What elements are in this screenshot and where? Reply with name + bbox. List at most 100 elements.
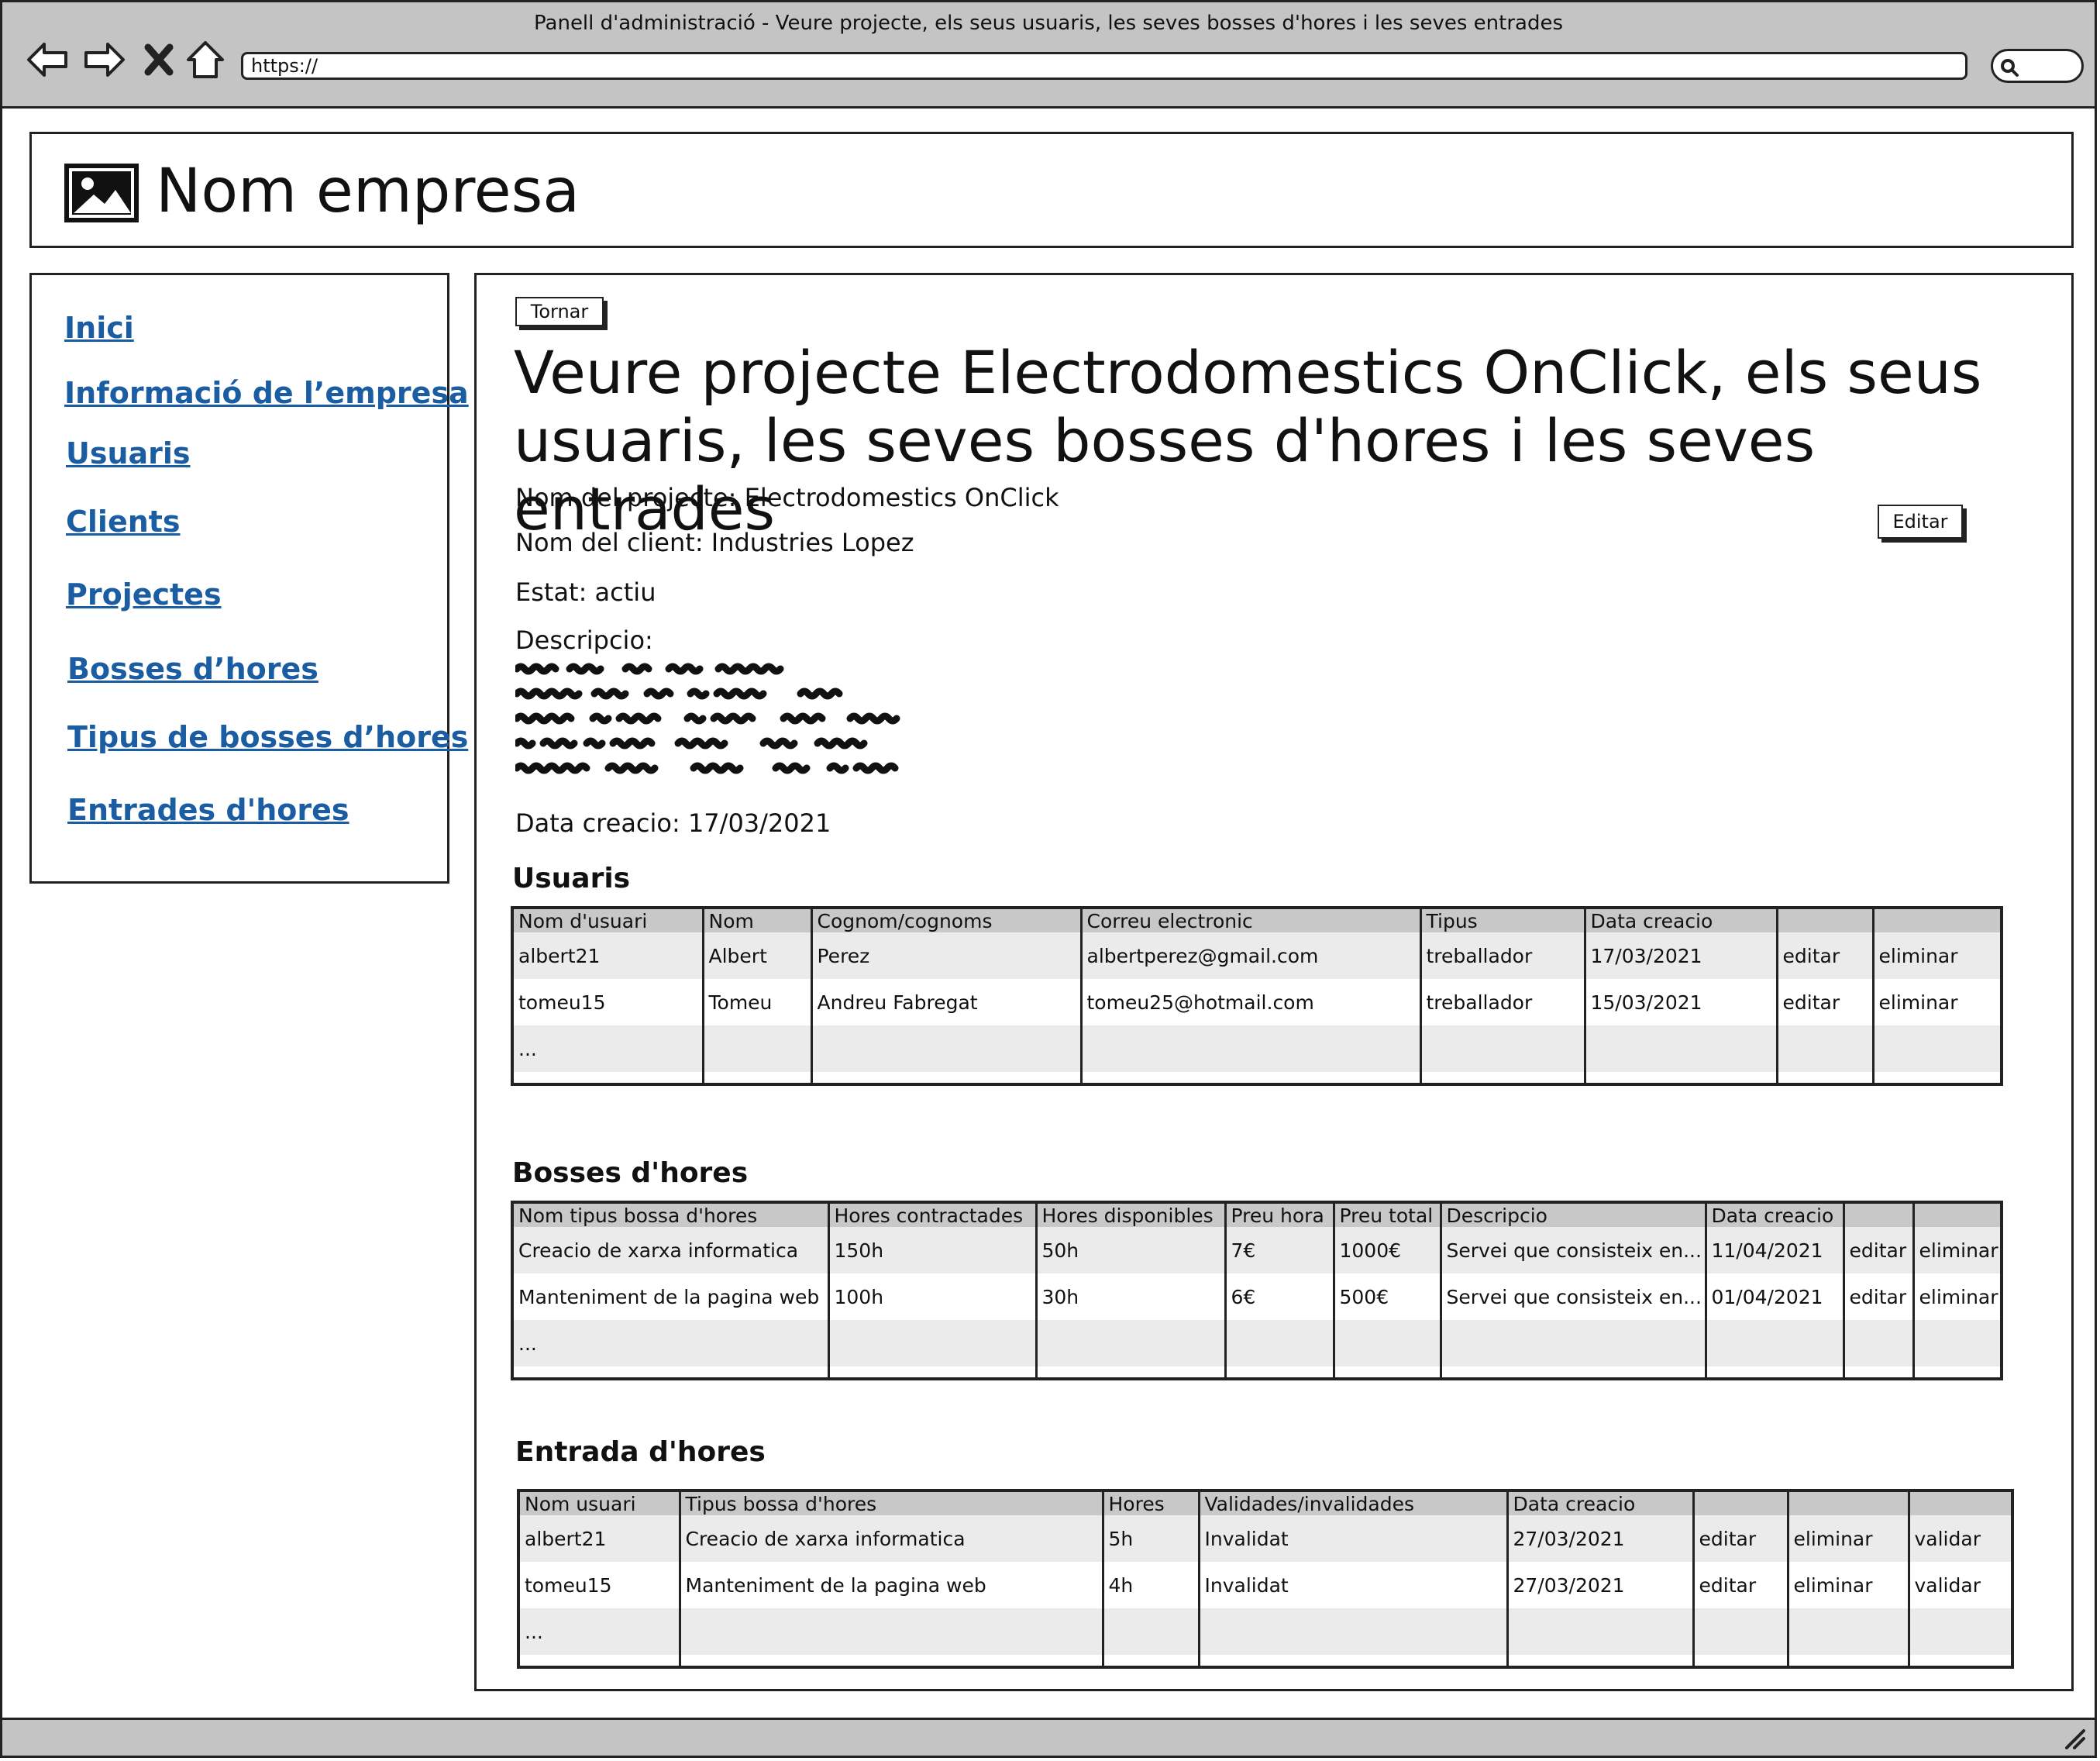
eliminar-link[interactable]: eliminar <box>1786 1515 1909 1562</box>
empty-cell <box>1775 1072 1873 1084</box>
cell-validation: Invalidat <box>1197 1515 1507 1562</box>
cell-surnames: Andreu Fabregat <box>810 979 1081 1025</box>
cell-created: 11/04/2021 <box>1704 1227 1844 1273</box>
column-header-total-price: Preu total <box>1332 1202 1441 1227</box>
back-button[interactable]: Tornar <box>515 297 604 326</box>
validar-link[interactable]: validar <box>1907 1515 2012 1562</box>
cell-hour-price: 7€ <box>1224 1227 1334 1273</box>
back-arrow-icon[interactable] <box>24 36 71 83</box>
empty-cell <box>1842 1366 1913 1379</box>
client-name: Nom del client: Industries Lopez <box>515 528 914 557</box>
empty-cell <box>810 1025 1081 1072</box>
editar-link[interactable]: editar <box>1842 1273 1913 1320</box>
empty-cell <box>512 1366 828 1379</box>
empty-cell <box>1786 1608 1909 1655</box>
eliminar-link[interactable]: eliminar <box>1871 979 2002 1025</box>
entries-section-title: Entrada d'hores <box>515 1436 766 1468</box>
cell-username: albert21 <box>512 932 703 979</box>
cell-type: treballador <box>1419 932 1585 979</box>
company-name: Nom empresa <box>156 157 580 226</box>
cell-hour-price: 6€ <box>1224 1273 1334 1320</box>
eliminar-link[interactable]: eliminar <box>1786 1562 1909 1608</box>
empty-cell <box>1224 1366 1334 1379</box>
description-label: Descripcio: <box>515 625 653 655</box>
eliminar-link[interactable]: eliminar <box>1912 1227 2002 1273</box>
empty-cell <box>1419 1025 1585 1072</box>
empty-cell <box>518 1655 680 1667</box>
empty-cell <box>1332 1366 1441 1379</box>
eliminar-link[interactable]: eliminar <box>1871 932 2002 979</box>
empty-cell <box>678 1608 1103 1655</box>
cell-contracted-hours: 150h <box>827 1227 1036 1273</box>
more-rows-ellipsis: ... <box>518 1608 680 1655</box>
hour-entries-table: Nom usuari Tipus bossa d'hores Hores Valida… <box>517 1489 2014 1669</box>
empty-cell <box>1101 1655 1199 1667</box>
column-header-created: Data creacio <box>1506 1490 1693 1515</box>
cell-description: Servei que consisteix en... <box>1439 1273 1706 1320</box>
empty-cell <box>1871 1072 2002 1084</box>
stop-icon[interactable] <box>139 36 179 83</box>
empty-cell <box>1692 1655 1788 1667</box>
forward-arrow-icon[interactable] <box>81 36 128 83</box>
table-row: Manteniment de la pagina web 100h 30h 6€ 500… <box>512 1273 2002 1320</box>
empty-cell <box>1704 1366 1844 1379</box>
empty-cell <box>701 1072 811 1084</box>
editar-link[interactable]: editar <box>1775 979 1873 1025</box>
sidebar-item-inici[interactable]: Inici <box>64 311 134 345</box>
sidebar-item-informacio-empresa[interactable]: Informació de l’empresa <box>64 376 469 410</box>
empty-cell <box>1419 1072 1585 1084</box>
cell-total-price: 1000€ <box>1332 1227 1441 1273</box>
editar-link[interactable]: editar <box>1692 1515 1788 1562</box>
cell-surnames: Perez <box>810 932 1081 979</box>
sidebar-item-tipus-bosses-hores[interactable]: Tipus de bosses d’hores <box>67 720 468 754</box>
cell-description: Servei que consisteix en... <box>1439 1227 1706 1273</box>
table-bottom-padding <box>512 1366 2002 1379</box>
empty-cell <box>1332 1320 1441 1366</box>
sidebar-item-usuaris[interactable]: Usuaris <box>66 436 191 470</box>
cell-contracted-hours: 100h <box>827 1273 1036 1320</box>
empty-cell <box>1786 1655 1909 1667</box>
empty-cell <box>1583 1072 1777 1084</box>
status-bar <box>0 1718 2097 1758</box>
empty-cell <box>1101 1608 1199 1655</box>
edit-project-button[interactable]: Editar <box>1878 505 1963 539</box>
empty-cell <box>1583 1025 1777 1072</box>
empty-cell <box>1704 1320 1844 1366</box>
cell-available-hours: 30h <box>1035 1273 1225 1320</box>
sidebar-item-projectes[interactable]: Projectes <box>66 577 222 612</box>
column-header-delete <box>1912 1202 2002 1227</box>
empty-cell <box>1224 1320 1334 1366</box>
cell-bag-type: Manteniment de la pagina web <box>512 1273 828 1320</box>
empty-cell <box>1907 1655 2012 1667</box>
column-header-edit <box>1692 1490 1788 1515</box>
empty-cell <box>1506 1655 1693 1667</box>
empty-cell <box>1842 1320 1913 1366</box>
empty-cell <box>1506 1608 1693 1655</box>
editar-link[interactable]: editar <box>1842 1227 1913 1273</box>
table-row: albert21 Creacio de xarxa informatica 5h In… <box>518 1515 2012 1562</box>
column-header-surnames: Cognom/cognoms <box>810 908 1081 932</box>
editar-link[interactable]: editar <box>1692 1562 1788 1608</box>
url-bar[interactable]: https:// <box>241 52 1967 80</box>
column-header-validate <box>1907 1490 2012 1515</box>
sidebar-item-entrades-hores[interactable]: Entrades d'hores <box>67 793 349 827</box>
table-bottom-padding <box>518 1655 2012 1667</box>
table-row: Creacio de xarxa informatica 150h 50h 7€ 100… <box>512 1227 2002 1273</box>
column-header-type: Tipus <box>1419 908 1585 932</box>
more-rows-ellipsis: ... <box>512 1320 828 1366</box>
home-icon[interactable] <box>182 36 229 83</box>
sidebar-item-clients[interactable]: Clients <box>66 505 181 539</box>
cell-bag-type: Creacio de xarxa informatica <box>512 1227 828 1273</box>
browser-search-field[interactable] <box>1991 49 2084 83</box>
resize-grip-icon[interactable] <box>2064 1728 2087 1751</box>
validar-link[interactable]: validar <box>1907 1562 2012 1608</box>
cell-total-price: 500€ <box>1332 1273 1441 1320</box>
cell-hours: 4h <box>1101 1562 1199 1608</box>
column-header-edit <box>1842 1202 1913 1227</box>
eliminar-link[interactable]: eliminar <box>1912 1273 2002 1320</box>
empty-cell <box>1079 1025 1420 1072</box>
sidebar-item-bosses-hores[interactable]: Bosses d’hores <box>67 652 318 686</box>
column-header-delete <box>1871 908 2002 932</box>
project-status: Estat: actiu <box>515 577 656 607</box>
editar-link[interactable]: editar <box>1775 932 1873 979</box>
